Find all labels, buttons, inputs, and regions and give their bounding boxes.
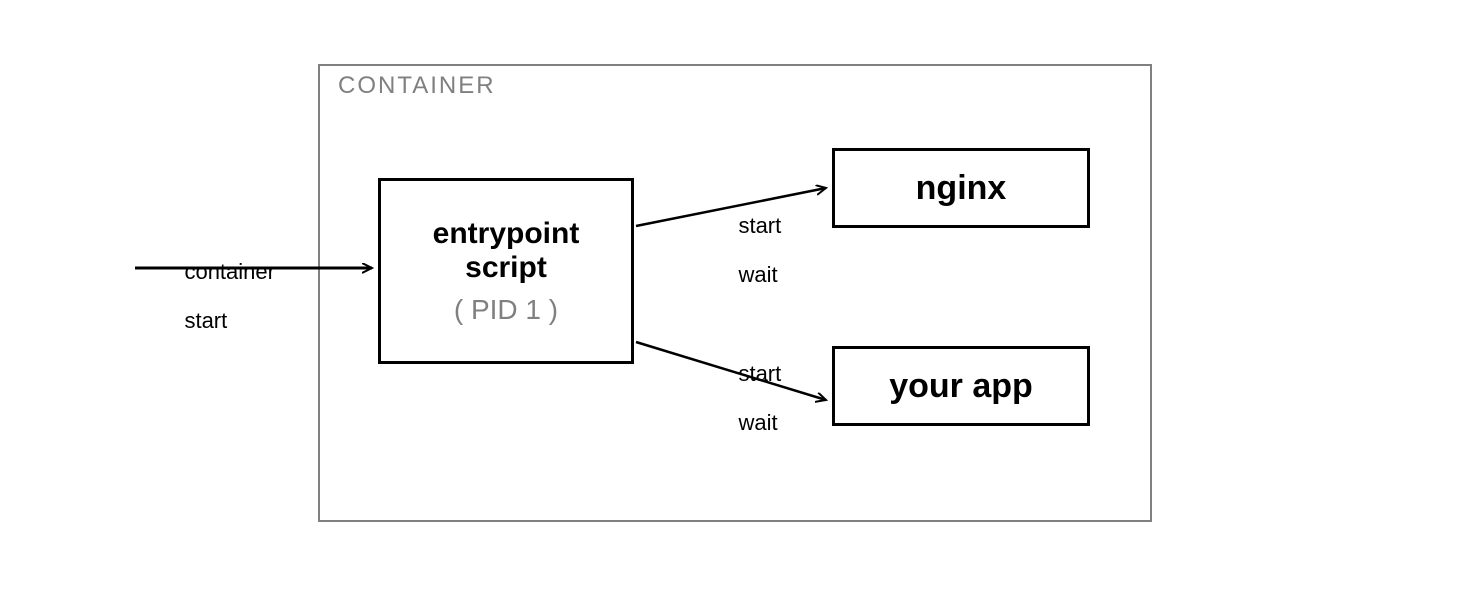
edge-to-nginx-line2: wait	[738, 262, 777, 287]
app-label: your app	[889, 367, 1033, 406]
edge-to-app-line2: wait	[738, 410, 777, 435]
diagram-stage: CONTAINER entrypoint script ( PID 1 ) ng…	[0, 0, 1475, 600]
nginx-label: nginx	[916, 169, 1007, 208]
edge-label-container-start: container start	[160, 236, 275, 357]
entrypoint-subtitle: ( PID 1 )	[454, 294, 558, 326]
edge-label-to-app: start wait	[714, 338, 781, 459]
nginx-box: nginx	[832, 148, 1090, 228]
edge-to-app-line1: start	[738, 361, 781, 386]
edge-container-start-line1: container	[184, 259, 275, 284]
edge-container-start-line2: start	[184, 308, 227, 333]
edge-to-nginx-line1: start	[738, 213, 781, 238]
app-box: your app	[832, 346, 1090, 426]
container-label: CONTAINER	[338, 72, 496, 100]
edge-label-to-nginx: start wait	[714, 190, 781, 311]
entrypoint-title-line1: entrypoint	[433, 217, 580, 252]
entrypoint-box: entrypoint script ( PID 1 )	[378, 178, 634, 364]
entrypoint-title-line2: script	[465, 251, 547, 286]
